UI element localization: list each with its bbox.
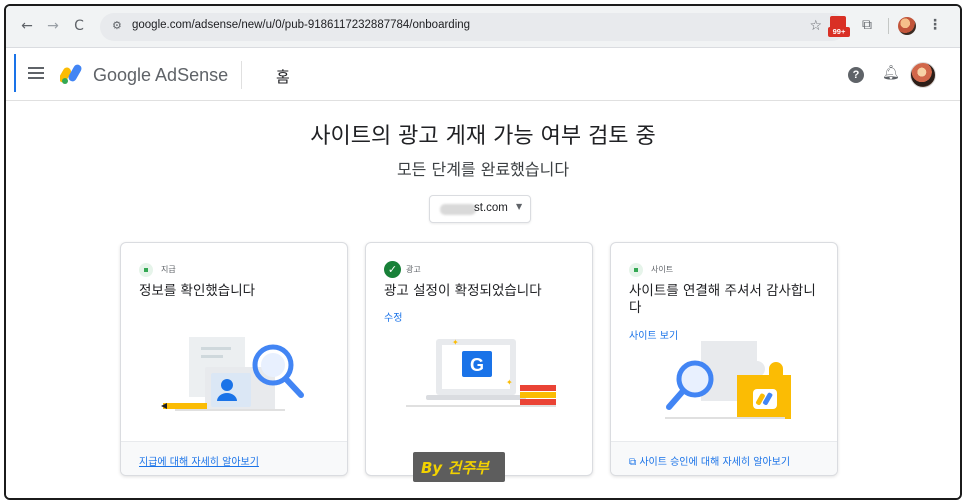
payment-learn-more-link[interactable]: 지급에 대해 자세히 알아보기 (139, 453, 259, 468)
address-bar[interactable]: ⚙ google.com/adsense/new/u/0/pub-9186117… (100, 13, 846, 41)
site-approval-learn-more-label: 사이트 승인에 대해 자세히 알아보기 (639, 457, 791, 468)
edit-ads-link[interactable]: 수정 (384, 309, 402, 324)
pending-status-icon (139, 263, 153, 277)
site-selector[interactable]: st.com ▼ (429, 195, 531, 223)
card-tag-label: 지급 (161, 265, 176, 274)
payment-card: 지급 정보를 확인했습니다 지급에 대해 자세히 알아보기 (120, 242, 348, 476)
avatar[interactable] (910, 62, 936, 88)
main-content: 사이트의 광고 게재 가능 여부 검토 중 모든 단계를 완료했습니다 st.c… (6, 102, 960, 498)
left-accent-bar (14, 54, 16, 92)
external-link-icon: ⧉ (629, 457, 637, 468)
puzzle-icon[interactable]: ⧉ (862, 17, 872, 33)
app-name: Google AdSense (93, 65, 229, 85)
review-subtitle: 모든 단계를 완료했습니다 (396, 160, 570, 179)
extension-icon[interactable]: 99+ (828, 14, 850, 38)
svg-text:G: G (470, 355, 484, 375)
site-card: 사이트 사이트를 연결해 주셔서 감사합니다 사이트 보기 ⧉ 사이트 승인에 … (610, 242, 838, 476)
card-tag-label: 광고 (406, 265, 421, 274)
card-heading: 사이트를 연결해 주셔서 감사합니다 (629, 283, 816, 316)
card-heading: 광고 설정이 확정되었습니다 (384, 283, 542, 299)
back-arrow-icon[interactable]: ← (18, 17, 36, 35)
puzzle-search-illustration (665, 341, 791, 419)
browser-toolbar: ← → C ⚙ google.com/adsense/new/u/0/pub-9… (6, 6, 960, 48)
toolbar-divider (888, 18, 889, 34)
extension-badge-count: 99+ (828, 27, 850, 37)
identity-search-illustration (161, 337, 304, 411)
site-selector-value: st.com (474, 202, 508, 214)
chevron-down-icon: ▼ (516, 202, 523, 211)
more-menu-icon[interactable]: ⋮ (928, 17, 942, 33)
adsense-logo-icon (60, 64, 82, 84)
svg-text:✦: ✦ (452, 338, 459, 347)
help-icon[interactable]: ? (848, 67, 864, 83)
card-footer: ⧉ 사이트 승인에 대해 자세히 알아보기 (611, 441, 837, 475)
svg-text:✦: ✦ (506, 378, 513, 387)
check-icon: ✓ (384, 261, 401, 278)
url-text: google.com/adsense/new/u/0/pub-918611723… (132, 19, 471, 31)
review-title: 사이트의 광고 게재 가능 여부 검토 중 (310, 124, 656, 149)
bookmark-star-icon[interactable]: ☆ (809, 18, 822, 34)
laptop-ad-illustration: G ✦ ✦ (406, 338, 556, 407)
browser-profile-avatar[interactable] (898, 17, 916, 35)
browser-window: ← → C ⚙ google.com/adsense/new/u/0/pub-9… (4, 4, 962, 500)
card-footer: 지급에 대해 자세히 알아보기 (121, 441, 347, 475)
redacted-domain (440, 204, 476, 215)
site-approval-learn-more-link[interactable]: ⧉ 사이트 승인에 대해 자세히 알아보기 (629, 453, 790, 468)
bell-icon[interactable]: 🔔︎ (882, 65, 900, 81)
header-divider (241, 61, 242, 89)
watermark: By 건주부 (413, 452, 505, 482)
site-settings-icon[interactable]: ⚙ (112, 19, 126, 33)
pending-status-icon (629, 263, 643, 277)
reload-icon[interactable]: C (70, 17, 88, 35)
card-tag-label: 사이트 (651, 265, 674, 274)
ads-card: ✓ 광고 광고 설정이 확정되었습니다 수정 G ✦ ✦ (365, 242, 593, 476)
watermark-text: By 건주부 (421, 459, 489, 477)
page-title: 홈 (276, 68, 290, 86)
menu-icon[interactable] (28, 67, 44, 79)
card-heading: 정보를 확인했습니다 (139, 283, 256, 299)
forward-arrow-icon[interactable]: → (44, 17, 62, 35)
app-header: Google AdSense 홈 ? 🔔︎ (6, 49, 960, 101)
